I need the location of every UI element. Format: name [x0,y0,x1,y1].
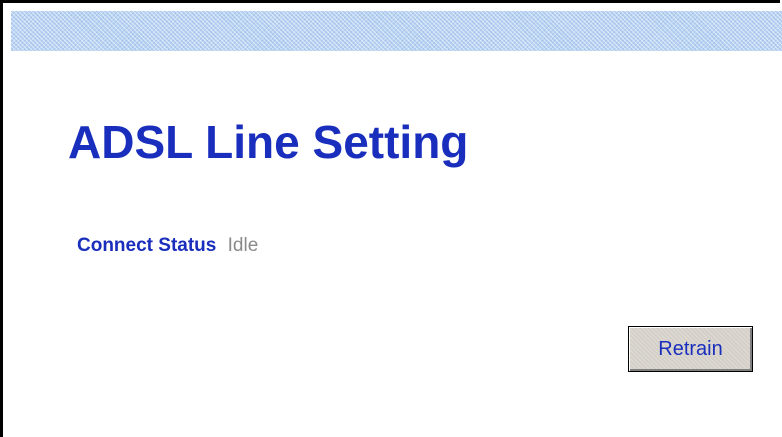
page-frame: ADSL Line Setting Connect Status Idle Re… [0,0,782,437]
connect-status-label: Connect Status [77,235,217,256]
header-banner [11,11,782,51]
retrain-button[interactable]: Retrain [628,326,753,372]
connect-status-value: Idle [227,235,259,256]
connect-status-row: Connect Status Idle [77,235,258,257]
page-title: ADSL Line Setting [68,116,469,168]
